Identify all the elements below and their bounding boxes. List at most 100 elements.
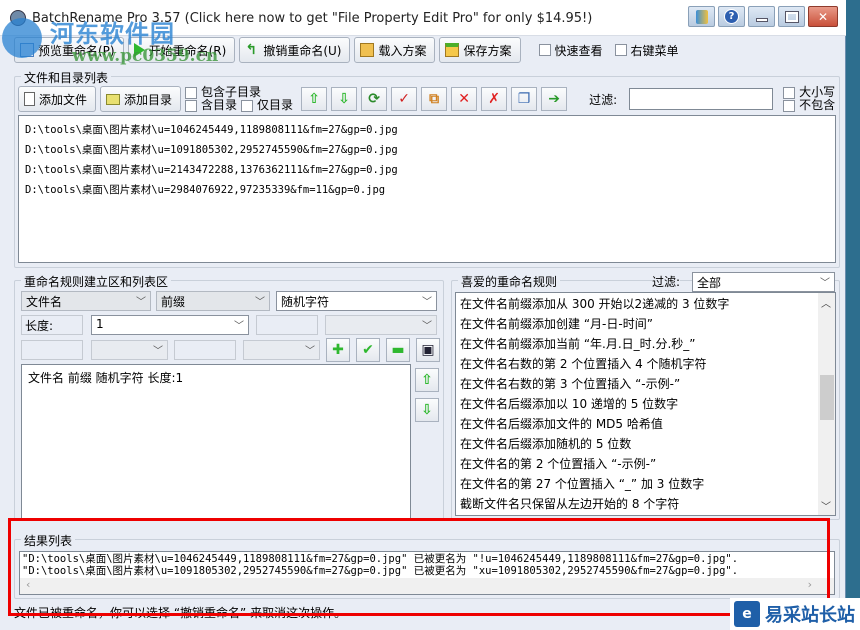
chevron-down-icon: ﹀ <box>422 321 432 332</box>
export-button[interactable]: ➔ <box>541 87 568 111</box>
file-list-item[interactable]: D:\tools\桌面\图片素材\u=1046245449,1189808111… <box>25 120 829 140</box>
add-file-button[interactable]: 添加文件 <box>18 86 97 112</box>
file-icon <box>24 92 35 106</box>
apply-rule-button[interactable]: ✔ <box>356 338 380 362</box>
main-window: BatchRename Pro 3.57 (Click here now to … <box>0 0 846 630</box>
close-icon: ✕ <box>817 9 829 24</box>
maximize-icon <box>784 10 799 23</box>
highlight-box <box>8 518 830 616</box>
package-icon <box>695 9 708 24</box>
plus-icon: ✚ <box>332 342 344 358</box>
favorite-rule-item[interactable]: 在文件名前缀添加从 300 开始以2递减的 3 位数字 <box>456 294 818 314</box>
rule-move-down-button[interactable]: ⇩ <box>415 398 439 422</box>
favorite-rule-item[interactable]: 在文件名的第 2 个位置插入 “-示例-” <box>456 454 818 474</box>
favorite-rule-item[interactable]: 截断文件名只保留从左边开始的 8 个字符 <box>456 494 818 514</box>
favorite-rule-item[interactable]: 在文件名前缀添加当前 “年.月.日_时.分.秒_” <box>456 334 818 354</box>
save-rule-button[interactable]: ▣ <box>416 338 440 362</box>
favorite-rule-item[interactable]: 在文件名后缀添加以 10 递增的 5 位数字 <box>456 394 818 414</box>
window-title[interactable]: BatchRename Pro 3.57 (Click here now to … <box>32 11 592 26</box>
about-button[interactable] <box>688 6 715 27</box>
main-toolbar: 预览重命名(P) 开始重命名(R) ↰ 撤销重命名(U) 载入方案 保存方案 快速… <box>14 36 679 64</box>
rule-position-select[interactable]: 前缀 ﹀ <box>156 291 270 311</box>
swap-button[interactable]: ⧉ <box>421 87 448 111</box>
chevron-down-icon: ﹀ <box>255 297 265 308</box>
rule-list-item[interactable]: 文件名 前缀 随机字符 长度:1 <box>28 369 404 386</box>
check-document-icon: ✓ <box>398 91 410 107</box>
remove-button[interactable]: ✕ <box>451 87 478 111</box>
folder-save-icon <box>445 43 460 57</box>
add-rule-button[interactable]: ✚ <box>326 338 350 362</box>
scrollbar-thumb[interactable] <box>820 375 834 421</box>
rule-list[interactable]: 文件名 前缀 随机字符 长度:1 <box>21 364 411 520</box>
files-toolbar: 添加文件 添加目录 包含子目录 含目录 仅目录 ⇧ ⇩ ⟳ ✓ ⧉ ✕ ✗ ❐ … <box>18 86 835 112</box>
file-list[interactable]: D:\tools\桌面\图片素材\u=1046245449,1189808111… <box>18 115 836 263</box>
favorites-filter-select[interactable]: 全部 ﹀ <box>692 272 835 292</box>
swap-documents-icon: ⧉ <box>429 91 440 107</box>
file-list-item[interactable]: D:\tools\桌面\图片素材\u=1091805302,2952745590… <box>25 140 829 160</box>
dirs-only-checkbox[interactable]: 仅目录 <box>241 99 293 112</box>
rule-target-select[interactable]: 文件名 ﹀ <box>21 291 151 311</box>
move-up-button[interactable]: ⇧ <box>301 87 328 111</box>
favorites-scrollbar[interactable]: ︿ ﹀ <box>818 293 835 515</box>
copy-button[interactable]: ❐ <box>511 87 538 111</box>
preview-icon <box>20 43 34 57</box>
start-rename-button[interactable]: 开始重命名(R) <box>127 37 236 63</box>
scroll-down-icon[interactable]: ﹀ <box>821 498 831 513</box>
chevron-down-icon: ﹀ <box>422 297 432 308</box>
length-select[interactable]: 1 ﹀ <box>91 315 249 335</box>
clear-list-icon: ✗ <box>488 91 500 107</box>
undo-rename-button[interactable]: ↰ 撤销重命名(U) <box>239 37 351 63</box>
chevron-down-icon: ﹀ <box>153 346 163 357</box>
favorite-rule-item[interactable]: 在文件名前缀添加创建 “月-日-时间” <box>456 314 818 334</box>
maximize-button[interactable] <box>778 6 805 27</box>
files-filter-input[interactable] <box>629 88 774 110</box>
move-down-button[interactable]: ⇩ <box>331 87 358 111</box>
close-button[interactable]: ✕ <box>808 6 838 27</box>
arrow-down-icon: ⇩ <box>421 402 433 418</box>
load-scheme-button[interactable]: 载入方案 <box>354 37 436 63</box>
minus-icon: ▬ <box>391 342 405 358</box>
favorite-rule-item[interactable]: 在文件名的第 27 个位置插入 “_” 加 3 位数字 <box>456 474 818 494</box>
file-list-item[interactable]: D:\tools\桌面\图片素材\u=2984076922,97235339&f… <box>25 180 829 200</box>
param-field-2[interactable] <box>21 340 83 360</box>
quick-view-checkbox[interactable]: 快速查看 <box>538 42 603 59</box>
param-field-1[interactable] <box>256 315 318 335</box>
preview-rename-button[interactable]: 预览重命名(P) <box>14 37 124 63</box>
include-dirs-checkbox[interactable]: 含目录 <box>185 99 237 112</box>
save-scheme-button[interactable]: 保存方案 <box>439 37 521 63</box>
load-icon <box>360 43 375 57</box>
remove-all-button[interactable]: ✗ <box>481 87 508 111</box>
help-icon: ? <box>724 9 739 24</box>
param-field-3[interactable] <box>174 340 236 360</box>
context-menu-checkbox[interactable]: 右键菜单 <box>614 42 679 59</box>
yicai-logo-icon: e <box>734 601 760 627</box>
param-select-1[interactable]: ﹀ <box>325 315 437 335</box>
chevron-down-icon: ﹀ <box>305 346 315 357</box>
favorite-rule-item[interactable]: 在文件名右数的第 3 个位置插入 “-示例-” <box>456 374 818 394</box>
favorite-rule-item[interactable]: 在文件名后缀添加文件的 MD5 哈希值 <box>456 414 818 434</box>
remove-rule-button[interactable]: ▬ <box>386 338 410 362</box>
delete-x-icon: ✕ <box>458 91 470 107</box>
minimize-button[interactable] <box>748 6 775 27</box>
help-button[interactable]: ? <box>718 6 745 27</box>
arrow-up-icon: ⇧ <box>421 372 433 388</box>
play-icon <box>133 43 145 57</box>
favorite-rule-item[interactable]: 在文件名后缀添加随机的 5 位数 <box>456 434 818 454</box>
add-directory-button[interactable]: 添加目录 <box>100 86 182 112</box>
arrow-up-icon: ⇧ <box>308 91 320 107</box>
param-select-3[interactable]: ﹀ <box>243 340 320 360</box>
chevron-down-icon: ﹀ <box>820 278 830 289</box>
check-file-button[interactable]: ✓ <box>391 87 418 111</box>
arrow-down-icon: ⇩ <box>338 91 350 107</box>
favorites-list[interactable]: 在文件名前缀添加从 300 开始以2递减的 3 位数字 在文件名前缀添加创建 “月… <box>455 292 836 516</box>
scroll-up-icon[interactable]: ︿ <box>821 295 831 310</box>
title-bar[interactable]: BatchRename Pro 3.57 (Click here now to … <box>0 0 846 36</box>
rule-move-up-button[interactable]: ⇧ <box>415 368 439 392</box>
app-icon <box>10 10 26 26</box>
param-select-2[interactable]: ﹀ <box>91 340 168 360</box>
refresh-button[interactable]: ⟳ <box>361 87 388 111</box>
favorite-rule-item[interactable]: 在文件名右数的第 2 个位置插入 4 个随机字符 <box>456 354 818 374</box>
exclude-checkbox[interactable]: 不包含 <box>783 99 835 112</box>
file-list-item[interactable]: D:\tools\桌面\图片素材\u=2143472288,1376362111… <box>25 160 829 180</box>
rule-type-select[interactable]: 随机字符 ﹀ <box>276 291 437 311</box>
